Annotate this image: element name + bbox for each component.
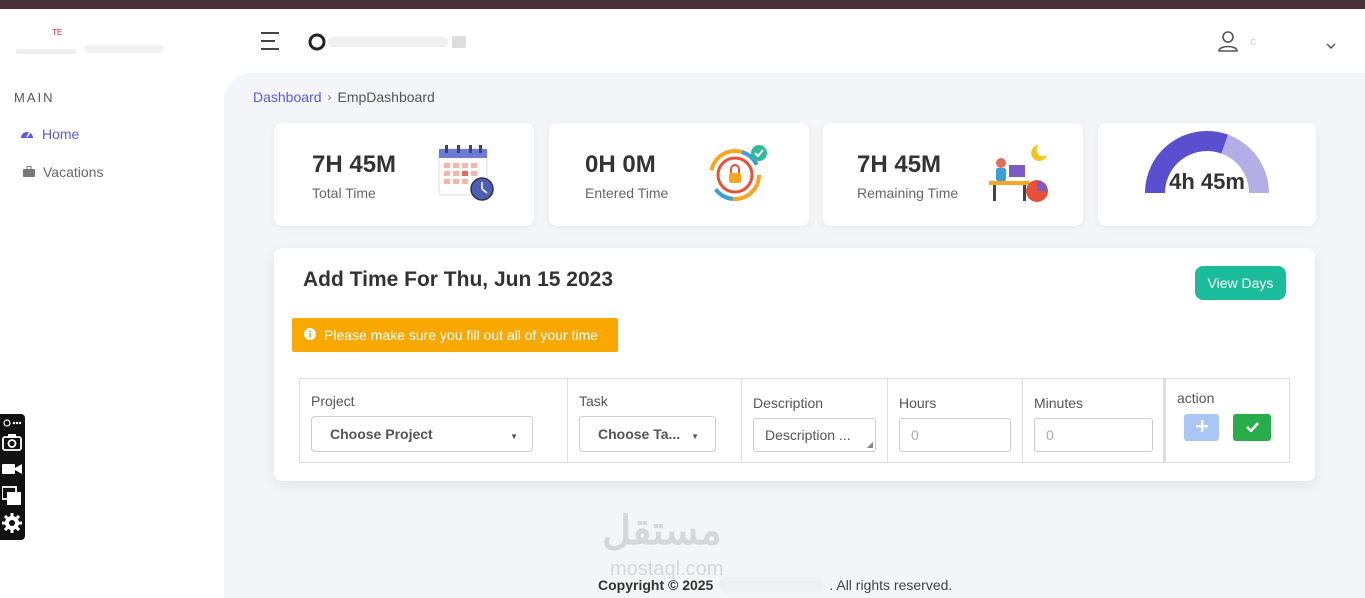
minutes-input[interactable]: 0: [1034, 418, 1153, 452]
user-menu[interactable]: c: [1216, 29, 1341, 55]
app-header: TE c: [0, 9, 1365, 73]
user-outline-icon: [1216, 29, 1240, 58]
form-title: Add Time For Thu, Jun 15 2023: [303, 268, 614, 291]
top-strip: [0, 0, 1365, 9]
breadcrumb-dashboard-link[interactable]: Dashboard: [253, 89, 322, 105]
plus-icon: [1195, 420, 1208, 435]
add-row-button[interactable]: [1184, 414, 1219, 441]
sidebar: MAIN Home Vacations: [0, 73, 224, 598]
hours-cell: Hours 0: [888, 379, 1023, 462]
task-cell: Task Choose Ta... ▼: [568, 379, 742, 462]
sidebar-item-label: Home: [42, 126, 80, 142]
watermark: مستقل mostaql.com: [602, 508, 762, 588]
hamburger-menu-icon[interactable]: [261, 32, 279, 50]
project-cell: Project Choose Project ▼: [300, 379, 568, 462]
save-entry-button[interactable]: [1233, 414, 1271, 441]
stat-value: 7H 45M: [312, 151, 397, 178]
stat-label: Total Time: [312, 185, 376, 201]
company-logo[interactable]: TE: [14, 23, 174, 59]
user-name: c: [1250, 34, 1256, 48]
chevron-right-icon: ›: [327, 90, 332, 104]
warning-alert: Please make sure you fill out all of you…: [292, 318, 618, 352]
gear-icon[interactable]: [2, 513, 22, 533]
task-select[interactable]: Choose Ta... ▼: [579, 416, 716, 452]
task-label: Task: [579, 393, 608, 409]
camera-icon[interactable]: [2, 432, 22, 452]
stat-label: Remaining Time: [857, 185, 959, 201]
copyright-text: Copyright © 2025: [598, 577, 714, 593]
sidebar-item-label: Vacations: [43, 164, 104, 180]
sidebar-item-home[interactable]: Home: [20, 123, 79, 145]
time-entry-row: Project Choose Project ▼ Task Choose Ta.…: [299, 378, 1290, 463]
briefcase-icon: [23, 164, 35, 180]
stat-card-total-time: 7H 45M Total Time: [274, 123, 534, 226]
calendar-clock-icon: [437, 143, 495, 208]
action-label: action: [1177, 390, 1215, 406]
project-label: Project: [311, 393, 355, 409]
stat-card-remaining-time: 7H 45M Remaining Time: [823, 123, 1083, 226]
chevron-down-icon: [1326, 37, 1336, 55]
caret-down-icon: ▼: [691, 432, 699, 441]
brand-name-logo: [308, 31, 470, 53]
stat-value: 7H 45M: [857, 151, 942, 178]
stat-card-entered-time: 0H 0M Entered Time: [549, 123, 809, 226]
hours-input[interactable]: 0: [899, 418, 1011, 452]
description-placeholder: Description ...: [765, 427, 851, 443]
rights-text: . All rights reserved.: [829, 577, 953, 593]
caret-down-icon: ▼: [510, 432, 518, 441]
svg-text:TE: TE: [52, 28, 62, 37]
hours-placeholder: 0: [911, 427, 919, 443]
minutes-cell: Minutes 0: [1023, 379, 1164, 462]
desk-worker-icon: [987, 143, 1053, 210]
footer: Copyright © 2025 . . All rights reserved…: [598, 577, 952, 593]
hours-label: Hours: [899, 395, 937, 411]
more-options-icon[interactable]: [2, 416, 22, 428]
description-input[interactable]: Description ... ◢: [753, 418, 876, 452]
floating-toolbar: [0, 414, 25, 540]
action-cell: action: [1164, 379, 1289, 462]
watermark-arabic: مستقل: [602, 509, 722, 553]
windows-icon[interactable]: [1, 486, 22, 506]
company-name-redacted: .: [719, 577, 824, 593]
stat-label: Entered Time: [585, 185, 669, 201]
breadcrumb: Dashboard › EmpDashboard: [253, 89, 435, 105]
stat-value: 0H 0M: [585, 151, 656, 178]
project-select-value: Choose Project: [330, 426, 433, 442]
minutes-label: Minutes: [1034, 395, 1084, 411]
project-select[interactable]: Choose Project ▼: [311, 416, 533, 452]
dashboard-gauge-icon: [20, 126, 34, 142]
minutes-placeholder: 0: [1046, 427, 1054, 443]
sidebar-section-title: MAIN: [14, 90, 55, 105]
description-label: Description: [753, 395, 824, 411]
warning-text: Please make sure you fill out all of you…: [324, 327, 598, 343]
gauge-value: 4h 45m: [1169, 169, 1245, 194]
sidebar-item-vacations[interactable]: Vacations: [23, 161, 103, 183]
add-time-form: Add Time For Thu, Jun 15 2023 View Days …: [274, 248, 1315, 481]
video-camera-icon[interactable]: [2, 459, 22, 479]
check-icon: [1245, 420, 1259, 435]
main-content: Dashboard › EmpDashboard 7H 45M Total Ti…: [224, 73, 1365, 598]
description-cell: Description Description ... ◢: [742, 379, 888, 462]
time-gauge-card: 4h 45m: [1098, 123, 1316, 226]
task-select-value: Choose Ta...: [598, 426, 681, 442]
timer-lock-icon: [707, 143, 771, 210]
resize-handle-icon[interactable]: ◢: [867, 440, 873, 449]
info-circle-icon: [304, 327, 316, 343]
breadcrumb-current: EmpDashboard: [337, 89, 435, 105]
view-days-button[interactable]: View Days: [1195, 266, 1286, 300]
